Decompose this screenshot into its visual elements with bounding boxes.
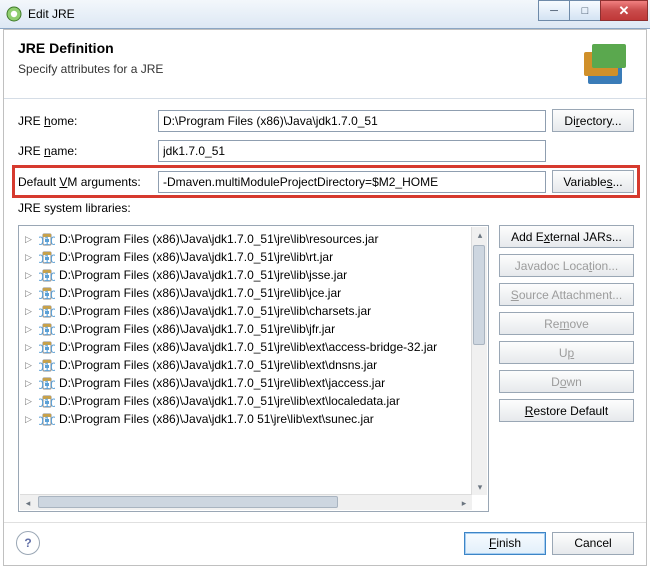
- up-button[interactable]: Up: [499, 341, 634, 364]
- source-attachment-button[interactable]: Source Attachment...: [499, 283, 634, 306]
- variables-button[interactable]: Variables...: [552, 170, 634, 193]
- maximize-button[interactable]: □: [569, 0, 601, 21]
- page-subtitle: Specify attributes for a JRE: [18, 62, 163, 76]
- library-path: D:\Program Files (x86)\Java\jdk1.7.0_51\…: [59, 304, 371, 318]
- library-item[interactable]: ▷ 010 D:\Program Files (x86)\Java\jdk1.7.0…: [19, 410, 488, 428]
- library-path: D:\Program Files (x86)\Java\jdk1.7.0_51\…: [59, 394, 400, 408]
- jre-name-row: JRE name:: [18, 140, 634, 162]
- jar-icon: 010: [39, 357, 55, 373]
- expand-icon[interactable]: ▷: [25, 396, 35, 407]
- add-external-jars-button[interactable]: Add External JARs...: [499, 225, 634, 248]
- expand-icon[interactable]: ▷: [25, 270, 35, 281]
- library-path: D:\Program Files (x86)\Java\jdk1.7.0_51\…: [59, 232, 378, 246]
- cancel-button[interactable]: Cancel: [552, 532, 634, 555]
- dialog-header: JRE Definition Specify attributes for a …: [4, 30, 646, 99]
- expand-icon[interactable]: ▷: [25, 324, 35, 335]
- jre-home-label: JRE home:: [18, 114, 158, 128]
- jre-name-label: JRE name:: [18, 144, 158, 158]
- svg-text:010: 010: [39, 378, 55, 391]
- minimize-button[interactable]: ─: [538, 0, 570, 21]
- jar-icon: 010: [39, 393, 55, 409]
- svg-text:010: 010: [39, 342, 55, 355]
- jar-icon: 010: [39, 375, 55, 391]
- svg-text:010: 010: [39, 306, 55, 319]
- jre-home-input[interactable]: [158, 110, 546, 132]
- library-item[interactable]: ▷ 010 D:\Program Files (x86)\Java\jdk1.7.0…: [19, 338, 488, 356]
- directory-button[interactable]: Directory...: [552, 109, 634, 132]
- help-icon[interactable]: ?: [16, 531, 40, 555]
- expand-icon[interactable]: ▷: [25, 378, 35, 389]
- window-title: Edit JRE: [28, 7, 75, 21]
- expand-icon[interactable]: ▷: [25, 252, 35, 263]
- jre-name-input[interactable]: [158, 140, 546, 162]
- remove-button[interactable]: Remove: [499, 312, 634, 335]
- expand-icon[interactable]: ▷: [25, 234, 35, 245]
- library-icon: [578, 40, 634, 84]
- vm-args-input[interactable]: [158, 171, 546, 193]
- horizontal-scroll-thumb[interactable]: [38, 496, 338, 508]
- expand-icon[interactable]: ▷: [25, 360, 35, 371]
- expand-icon[interactable]: ▷: [25, 414, 35, 425]
- vm-args-row: Default VM arguments: Variables...: [18, 170, 634, 193]
- library-item[interactable]: ▷ 010 D:\Program Files (x86)\Java\jdk1.7.0…: [19, 230, 488, 248]
- jar-icon: 010: [39, 285, 55, 301]
- svg-text:010: 010: [39, 288, 55, 301]
- restore-default-button[interactable]: Restore Default: [499, 399, 634, 422]
- vertical-scrollbar[interactable]: ▴ ▾: [471, 227, 487, 495]
- library-path: D:\Program Files (x86)\Java\jdk1.7.0_51\…: [59, 268, 347, 282]
- svg-text:010: 010: [39, 414, 55, 427]
- svg-text:010: 010: [39, 252, 55, 265]
- library-item[interactable]: ▷ 010 D:\Program Files (x86)\Java\jdk1.7.0…: [19, 266, 488, 284]
- javadoc-location-button[interactable]: Javadoc Location...: [499, 254, 634, 277]
- horizontal-scrollbar[interactable]: ◂ ▸: [20, 494, 472, 510]
- svg-text:010: 010: [39, 234, 55, 247]
- system-libraries-list[interactable]: ▷ 010 D:\Program Files (x86)\Java\jdk1.7.0…: [18, 225, 489, 512]
- expand-icon[interactable]: ▷: [25, 288, 35, 299]
- down-button[interactable]: Down: [499, 370, 634, 393]
- vertical-scroll-thumb[interactable]: [473, 245, 485, 345]
- library-item[interactable]: ▷ 010 D:\Program Files (x86)\Java\jdk1.7.0…: [19, 374, 488, 392]
- finish-button[interactable]: Finish: [464, 532, 546, 555]
- svg-text:010: 010: [39, 270, 55, 283]
- jar-icon: 010: [39, 321, 55, 337]
- titlebar[interactable]: Edit JRE ─ □ ✕: [0, 0, 650, 29]
- jar-icon: 010: [39, 267, 55, 283]
- vm-args-label: Default VM arguments:: [18, 175, 158, 189]
- library-path: D:\Program Files (x86)\Java\jdk1.7.0_51\…: [59, 358, 377, 372]
- library-item[interactable]: ▷ 010 D:\Program Files (x86)\Java\jdk1.7.0…: [19, 320, 488, 338]
- library-path: D:\Program Files (x86)\Java\jdk1.7.0 51\…: [59, 412, 374, 426]
- jar-icon: 010: [39, 411, 55, 427]
- app-icon: [6, 6, 22, 22]
- library-path: D:\Program Files (x86)\Java\jdk1.7.0_51\…: [59, 286, 341, 300]
- library-item[interactable]: ▷ 010 D:\Program Files (x86)\Java\jdk1.7.0…: [19, 356, 488, 374]
- expand-icon[interactable]: ▷: [25, 306, 35, 317]
- jar-icon: 010: [39, 339, 55, 355]
- page-title: JRE Definition: [18, 40, 163, 56]
- expand-icon[interactable]: ▷: [25, 342, 35, 353]
- jar-icon: 010: [39, 303, 55, 319]
- library-item[interactable]: ▷ 010 D:\Program Files (x86)\Java\jdk1.7.0…: [19, 392, 488, 410]
- jre-home-row: JRE home: Directory...: [18, 109, 634, 132]
- jar-icon: 010: [39, 231, 55, 247]
- library-path: D:\Program Files (x86)\Java\jdk1.7.0_51\…: [59, 250, 333, 264]
- close-button[interactable]: ✕: [600, 0, 648, 21]
- jar-icon: 010: [39, 249, 55, 265]
- svg-text:010: 010: [39, 360, 55, 373]
- library-item[interactable]: ▷ 010 D:\Program Files (x86)\Java\jdk1.7.0…: [19, 302, 488, 320]
- system-libraries-label: JRE system libraries:: [18, 201, 634, 215]
- library-path: D:\Program Files (x86)\Java\jdk1.7.0_51\…: [59, 322, 335, 336]
- svg-text:010: 010: [39, 324, 55, 337]
- library-path: D:\Program Files (x86)\Java\jdk1.7.0_51\…: [59, 376, 385, 390]
- library-item[interactable]: ▷ 010 D:\Program Files (x86)\Java\jdk1.7.0…: [19, 248, 488, 266]
- library-item[interactable]: ▷ 010 D:\Program Files (x86)\Java\jdk1.7.0…: [19, 284, 488, 302]
- library-path: D:\Program Files (x86)\Java\jdk1.7.0_51\…: [59, 340, 437, 354]
- svg-text:010: 010: [39, 396, 55, 409]
